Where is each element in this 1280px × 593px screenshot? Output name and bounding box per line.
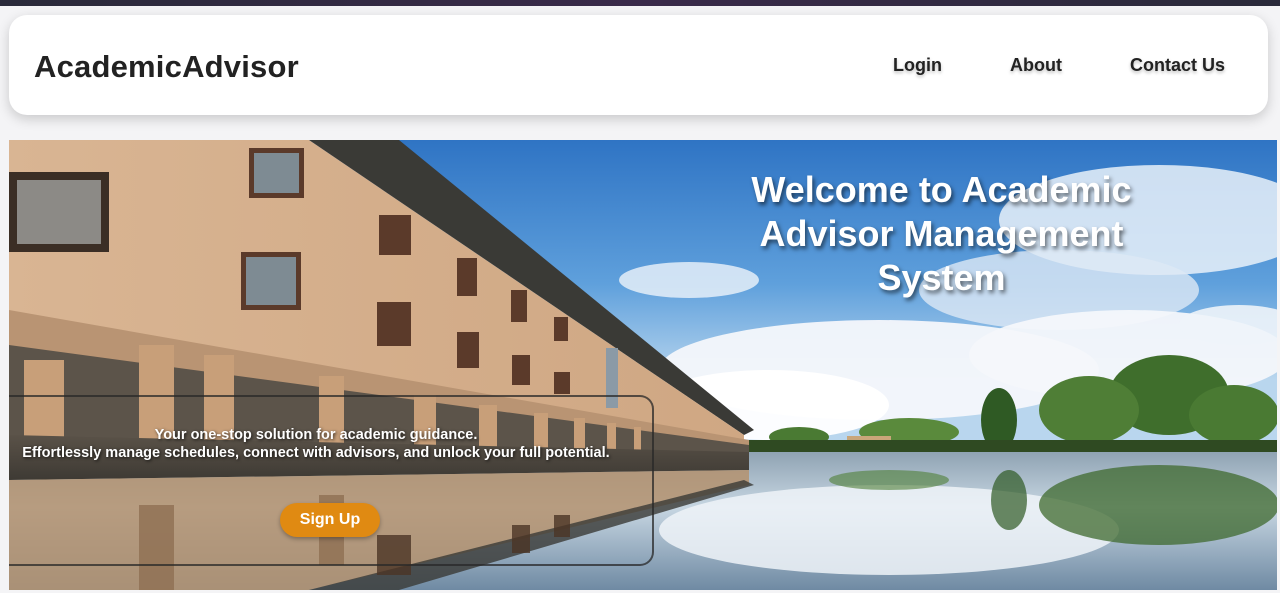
- signup-button[interactable]: Sign Up: [280, 503, 380, 537]
- tagline-line-2: Effortlessly manage schedules, connect w…: [22, 445, 610, 461]
- navbar: AcademicAdvisor Login About Contact Us: [9, 15, 1268, 115]
- hero-section: Welcome to Academic Advisor Management S…: [9, 140, 1277, 590]
- hero-title: Welcome to Academic Advisor Management S…: [751, 169, 1132, 298]
- tagline-line-1: Your one-stop solution for academic guid…: [154, 427, 478, 443]
- nav-login-link[interactable]: Login: [893, 55, 942, 76]
- browser-top-strip: [0, 0, 1280, 6]
- info-card: [9, 395, 654, 566]
- nav-about-link[interactable]: About: [1010, 55, 1062, 76]
- brand-logo[interactable]: AcademicAdvisor: [34, 49, 299, 85]
- nav-contact-link[interactable]: Contact Us: [1130, 55, 1225, 76]
